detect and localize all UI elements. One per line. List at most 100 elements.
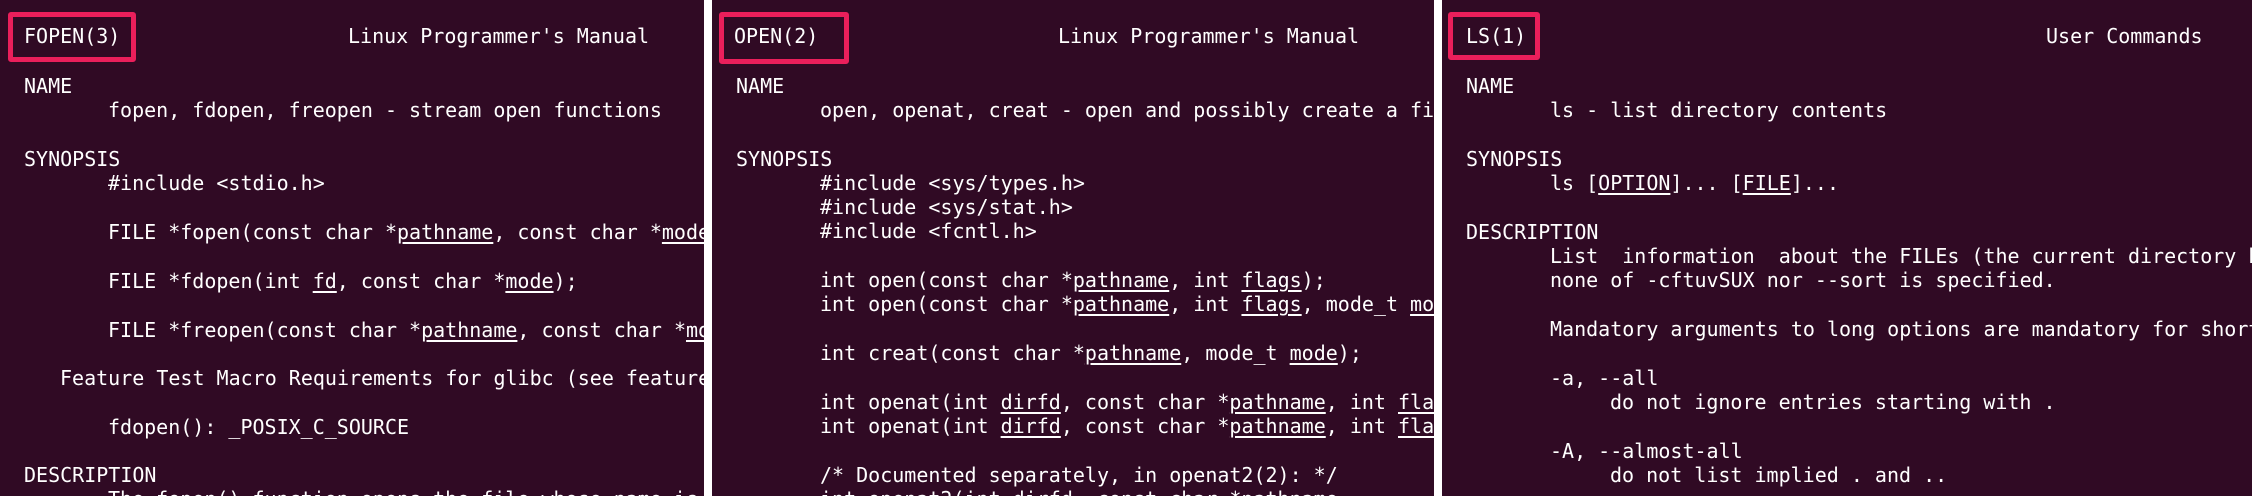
- line-text: int openat(int: [820, 414, 1001, 438]
- man-line: int open(const char *pathname, int flags…: [820, 268, 1326, 292]
- line-text: ls - list directory contents: [1550, 98, 1888, 122]
- section-heading: NAME: [1466, 74, 1514, 98]
- line-text: FILE *fopen(const char *: [108, 220, 397, 244]
- line-text: open, openat, creat - open and possibly …: [820, 98, 1434, 122]
- man-line: FILE *fdopen(int fd, const char *mode);: [108, 269, 578, 293]
- line-text: );: [553, 269, 578, 293]
- line-text: SYNOPSIS: [736, 147, 833, 171]
- man-line: fdopen(): _POSIX_C_SOURCE: [108, 415, 409, 439]
- man-section-title: User Commands: [2046, 24, 2203, 48]
- line-text: , const char *: [336, 269, 506, 293]
- line-text: none of -cftuvSUX nor --sort is specifie…: [1550, 268, 2056, 292]
- line-text: do not list implied . and ..: [1610, 463, 1948, 487]
- man-line: int openat(int dirfd, const char *pathna…: [820, 414, 1434, 438]
- line-text: #include <fcntl.h>: [820, 219, 1037, 243]
- terminal-pane-ls[interactable]: LS(1) User Commands NAME ls - list direc…: [1442, 0, 2252, 496]
- line-text: FILE *freopen(const char *: [108, 318, 422, 342]
- underlined-arg: fd: [312, 269, 337, 293]
- line-text: NAME: [1466, 74, 1515, 98]
- line-text: , int: [1169, 268, 1242, 292]
- underlined-arg: mode: [1289, 341, 1338, 365]
- man-line: none of -cftuvSUX nor --sort is specifie…: [1550, 268, 2056, 292]
- man-line: Mandatory arguments to long options are …: [1550, 317, 2252, 341]
- underlined-arg: pathname: [396, 220, 494, 244]
- option-flag: -a, --all: [1550, 366, 1658, 390]
- section-heading: DESCRIPTION: [1466, 220, 1598, 244]
- line-text: int open(const char *: [820, 292, 1073, 316]
- highlight-box: [8, 12, 136, 62]
- terminal-pane-fopen[interactable]: FOPEN(3) Linux Programmer's Manual NAME …: [0, 0, 704, 496]
- line-text: ls [: [1550, 171, 1599, 195]
- underlined-arg: mode: [505, 269, 554, 293]
- section-heading: NAME: [24, 74, 72, 98]
- man-section-title: Linux Programmer's Manual: [348, 24, 650, 48]
- man-line: #include <fcntl.h>: [820, 219, 1037, 243]
- line-text: , int: [1169, 292, 1242, 316]
- underlined-arg: OPTION: [1598, 171, 1671, 195]
- line-text: SYNOPSIS: [24, 147, 121, 171]
- line-text: , const char *: [1060, 414, 1230, 438]
- man-line: FILE *freopen(const char *pathname, cons…: [108, 318, 704, 342]
- man-line: int openat2(int dirfd, const char *pathn…: [820, 487, 1350, 496]
- line-text: , const char *: [493, 220, 662, 244]
- terminal-pane-open[interactable]: OPEN(2) Linux Programmer's Manual NAME o…: [712, 0, 1434, 496]
- section-heading: NAME: [736, 74, 784, 98]
- underlined-arg: flags: [1241, 292, 1302, 316]
- line-text: int openat(int: [820, 390, 1001, 414]
- section-heading: SYNOPSIS: [736, 147, 832, 171]
- line-text: ]... [: [1670, 171, 1743, 195]
- underlined-arg: pathname: [421, 318, 518, 342]
- line-text: , int: [1325, 414, 1398, 438]
- man-line: int open(const char *pathname, int flags…: [820, 292, 1434, 316]
- man-line: /* Documented separately, in openat2(2):…: [820, 463, 1338, 487]
- underlined-arg: pathname: [1072, 292, 1170, 316]
- man-line: int openat(int dirfd, const char *pathna…: [820, 390, 1434, 414]
- man-line: The fopen() function opens the file whos…: [108, 487, 704, 496]
- line-text: , int: [1325, 390, 1398, 414]
- man-line: open, openat, creat - open and possibly …: [820, 98, 1434, 122]
- underlined-arg: mode: [685, 318, 704, 342]
- line-text: NAME: [736, 74, 785, 98]
- man-line: ls [OPTION]... [FILE]...: [1550, 171, 1839, 195]
- line-text: The fopen() function opens the file whos…: [108, 487, 704, 496]
- underlined-arg: dirfd: [1000, 390, 1061, 414]
- line-text: #include <stdio.h>: [108, 171, 325, 195]
- line-text: fopen, fdopen, freopen - stream open fun…: [108, 98, 662, 122]
- line-text: DESCRIPTION: [1466, 220, 1599, 244]
- man-line: Feature Test Macro Requirements for glib…: [60, 366, 704, 390]
- line-text: #include <sys/stat.h>: [820, 195, 1073, 219]
- man-line: #include <sys/stat.h>: [820, 195, 1073, 219]
- section-heading: SYNOPSIS: [24, 147, 120, 171]
- underlined-arg: pathname: [1084, 341, 1182, 365]
- line-text: do not ignore entries starting with .: [1610, 390, 2056, 414]
- underlined-arg: FILE: [1742, 171, 1791, 195]
- option-flag: -A, --almost-all: [1550, 439, 1743, 463]
- line-text: List information about the FILEs (the cu…: [1550, 244, 2252, 268]
- underlined-arg: flags: [1241, 268, 1302, 292]
- section-heading: SYNOPSIS: [1466, 147, 1562, 171]
- man-line: #include <sys/types.h>: [820, 171, 1085, 195]
- underlined-arg: pathname: [1229, 390, 1326, 414]
- highlight-box: [1448, 12, 1540, 60]
- line-text: , mode_t: [1181, 341, 1290, 365]
- line-text: fdopen(): _POSIX_C_SOURCE: [108, 415, 410, 439]
- line-text: #include <sys/types.h>: [820, 171, 1085, 195]
- underlined-arg: pathname: [1229, 414, 1326, 438]
- line-text: int creat(const char *: [820, 341, 1085, 365]
- underlined-arg: mode: [1410, 292, 1434, 316]
- line-text: SYNOPSIS: [1466, 147, 1563, 171]
- line-text: Mandatory arguments to long options are …: [1550, 317, 2252, 341]
- underlined-arg: flags: [1398, 390, 1434, 414]
- man-section-title: Linux Programmer's Manual: [1058, 24, 1360, 48]
- man-line: FILE *fopen(const char *pathname, const …: [108, 220, 704, 244]
- line-text: , const char *: [1060, 390, 1230, 414]
- line-text: -a, --all: [1550, 366, 1659, 390]
- line-text: ]...: [1790, 171, 1840, 195]
- line-text: DESCRIPTION: [24, 463, 157, 487]
- line-text: NAME: [24, 74, 73, 98]
- line-text: -A, --almost-all: [1550, 439, 1743, 463]
- line-text: FILE *fdopen(int: [108, 269, 313, 293]
- man-line: #include <stdio.h>: [108, 171, 325, 195]
- line-text: );: [1337, 341, 1362, 365]
- highlight-box: [719, 12, 849, 64]
